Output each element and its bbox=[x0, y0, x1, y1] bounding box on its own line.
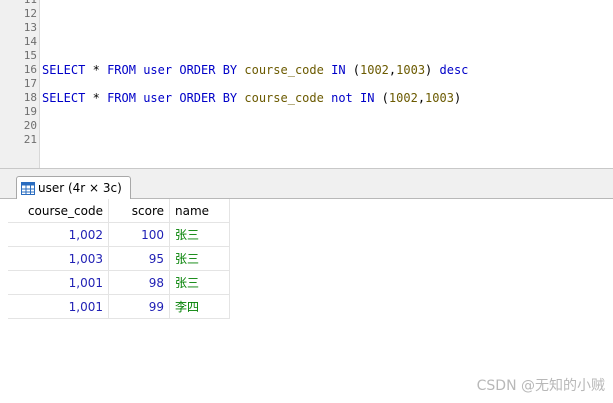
code-line[interactable]: 12 bbox=[0, 7, 613, 21]
table-row[interactable]: 1,002 100 张三 bbox=[8, 222, 230, 247]
code-token: course_code bbox=[244, 63, 324, 77]
line-number: 20 bbox=[23, 119, 37, 132]
cell-score[interactable]: 99 bbox=[108, 294, 170, 319]
cell-name[interactable]: 张三 bbox=[169, 270, 230, 295]
code-line[interactable]: 20 bbox=[0, 119, 613, 133]
cell-course-code[interactable]: 1,002 bbox=[8, 222, 109, 247]
code-token: ORDER BY bbox=[179, 91, 238, 105]
code-line[interactable]: 21 bbox=[0, 133, 613, 147]
code-line[interactable]: 15 bbox=[0, 49, 613, 63]
code-token: * bbox=[92, 91, 100, 105]
code-token: FROM bbox=[107, 63, 136, 77]
column-header-score[interactable]: score bbox=[108, 199, 170, 223]
line-number: 14 bbox=[23, 35, 37, 48]
result-tab-label: user (4r × 3c) bbox=[38, 181, 122, 195]
code-token: FROM bbox=[107, 91, 136, 105]
cell-name[interactable]: 张三 bbox=[169, 222, 230, 247]
cell-score[interactable]: 95 bbox=[108, 246, 170, 271]
line-number: 15 bbox=[23, 49, 37, 62]
code-token: course_code bbox=[244, 91, 324, 105]
code-token: SELECT bbox=[42, 91, 86, 105]
code-token: 1002 bbox=[388, 91, 418, 105]
line-number: 16 bbox=[23, 63, 37, 76]
code-token: 1003 bbox=[396, 63, 426, 77]
code-token: ) bbox=[425, 63, 440, 77]
line-number: 17 bbox=[23, 77, 37, 90]
code-line[interactable]: 19 bbox=[0, 105, 613, 119]
watermark: CSDN @无知的小贼 bbox=[476, 378, 605, 394]
code-line[interactable]: 13 bbox=[0, 21, 613, 35]
code-line[interactable]: 14 bbox=[0, 35, 613, 49]
line-number: 13 bbox=[23, 21, 37, 34]
result-table: course_code score name 1,002 100 张三 1,00… bbox=[8, 199, 230, 319]
code-token: ) bbox=[453, 91, 462, 105]
code-token: * bbox=[92, 63, 100, 77]
sql-editor[interactable]: 111213141516 SELECT * FROM user ORDER BY … bbox=[0, 0, 613, 168]
table-row[interactable]: 1,001 99 李四 bbox=[8, 294, 230, 319]
cell-course-code[interactable]: 1,001 bbox=[8, 294, 109, 319]
code-text: SELECT * FROM user ORDER BY course_code … bbox=[42, 91, 461, 105]
cell-score[interactable]: 98 bbox=[108, 270, 170, 295]
code-text: SELECT * FROM user ORDER BY course_code … bbox=[42, 63, 468, 77]
line-number: 18 bbox=[23, 91, 37, 104]
code-token: ( bbox=[345, 63, 360, 77]
code-line[interactable]: 18 SELECT * FROM user ORDER BY course_cod… bbox=[0, 91, 613, 105]
line-number: 21 bbox=[23, 133, 37, 146]
code-token: ORDER BY bbox=[179, 63, 238, 77]
result-tab-user[interactable]: user (4r × 3c) bbox=[16, 176, 131, 199]
table-icon bbox=[21, 181, 35, 195]
code-token: 1002 bbox=[360, 63, 389, 77]
line-number: 12 bbox=[23, 7, 37, 20]
table-row[interactable]: 1,003 95 张三 bbox=[8, 246, 230, 271]
code-line[interactable]: 11 bbox=[0, 0, 613, 7]
header-row: course_code score name bbox=[8, 199, 230, 223]
result-tab-bar: user (4r × 3c) bbox=[0, 174, 613, 199]
cell-course-code[interactable]: 1,001 bbox=[8, 270, 109, 295]
code-token: desc bbox=[439, 63, 469, 77]
line-number: 11 bbox=[0, 0, 37, 7]
cell-score[interactable]: 100 bbox=[108, 222, 170, 247]
cell-name[interactable]: 李四 bbox=[169, 294, 230, 319]
code-line[interactable]: 17 bbox=[0, 77, 613, 91]
code-token: not IN bbox=[331, 91, 375, 105]
line-number: 19 bbox=[23, 105, 37, 118]
code-token: user bbox=[143, 63, 173, 77]
code-token: user bbox=[143, 91, 173, 105]
table-row[interactable]: 1,001 98 张三 bbox=[8, 270, 230, 295]
cell-name[interactable]: 张三 bbox=[169, 246, 230, 271]
code-line[interactable]: 16 SELECT * FROM user ORDER BY course_cod… bbox=[0, 63, 613, 77]
code-token: ( bbox=[374, 91, 389, 105]
column-header-course-code[interactable]: course_code bbox=[8, 199, 109, 223]
code-token: , bbox=[417, 91, 426, 105]
code-token: SELECT bbox=[42, 63, 86, 77]
code-token: IN bbox=[331, 63, 346, 77]
result-grid[interactable]: course_code score name 1,002 100 张三 1,00… bbox=[0, 199, 613, 403]
cell-course-code[interactable]: 1,003 bbox=[8, 246, 109, 271]
code-token: 1003 bbox=[425, 91, 454, 105]
column-header-name[interactable]: name bbox=[169, 199, 230, 223]
